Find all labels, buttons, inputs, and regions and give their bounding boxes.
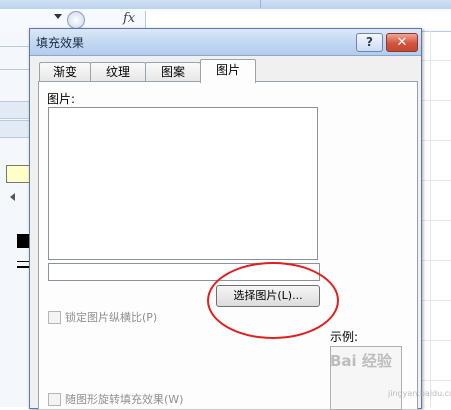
scroll-left-icon[interactable] <box>10 193 15 201</box>
grid-row-line <box>420 100 451 101</box>
rotate-with-shape-row[interactable]: 随图形旋转填充效果(W) <box>48 391 183 407</box>
watermark-logo: Bai 经验 <box>330 352 392 370</box>
formula-round-button[interactable] <box>67 11 85 29</box>
picture-section-label: 图片: <box>47 92 76 106</box>
panel-band <box>0 120 30 138</box>
line-weight-icon[interactable] <box>17 266 29 268</box>
tab-picture[interactable]: 图片 <box>200 59 256 83</box>
grid-row-line <box>420 380 451 381</box>
select-picture-button[interactable]: 选择图片(L)... <box>216 285 320 307</box>
line-style-icon[interactable] <box>17 261 29 262</box>
grid-column-line <box>430 31 431 407</box>
close-button[interactable]: ✕ <box>386 33 418 52</box>
formula-input[interactable] <box>145 11 451 29</box>
tab-pattern[interactable]: 图案 <box>145 62 201 82</box>
grid-row-line <box>420 60 451 61</box>
lock-aspect-label: 锁定图片纵横比(P) <box>65 311 158 324</box>
panel-divider <box>0 69 30 70</box>
picture-preview-box <box>48 107 318 260</box>
grid-row-line <box>420 260 451 261</box>
grid-row-line <box>420 180 451 181</box>
ribbon-segment <box>0 0 261 8</box>
dialog-titlebar[interactable]: 填充效果 ? ✕ <box>30 29 421 56</box>
grid-row-line <box>420 340 451 341</box>
panel-divider <box>0 46 30 47</box>
ribbon-segment <box>261 0 451 8</box>
name-box-dropdown-icon[interactable] <box>54 14 62 19</box>
left-side-panel <box>0 31 31 407</box>
sample-label: 示例: <box>330 330 359 344</box>
dialog-title: 填充效果 <box>36 36 85 50</box>
rotate-with-shape-label: 随图形旋转填充效果(W) <box>65 393 184 406</box>
watermark-url: jingyan.baidu.com <box>388 389 451 398</box>
fx-icon[interactable]: fx <box>123 11 135 26</box>
picture-filename-field <box>48 263 320 281</box>
panel-band <box>0 101 30 119</box>
grid-row-line <box>420 300 451 301</box>
tab-texture[interactable]: 纹理 <box>90 62 146 82</box>
rotate-with-shape-checkbox[interactable] <box>48 392 61 406</box>
grid-row-line <box>420 220 451 221</box>
line-color-swatch[interactable] <box>17 234 29 248</box>
lock-aspect-checkbox[interactable] <box>48 310 61 324</box>
lock-aspect-row[interactable]: 锁定图片纵横比(P) <box>48 309 157 325</box>
tab-gradient[interactable]: 渐变 <box>39 62 91 82</box>
help-button[interactable]: ? <box>356 33 383 52</box>
grid-row-line <box>420 140 451 141</box>
